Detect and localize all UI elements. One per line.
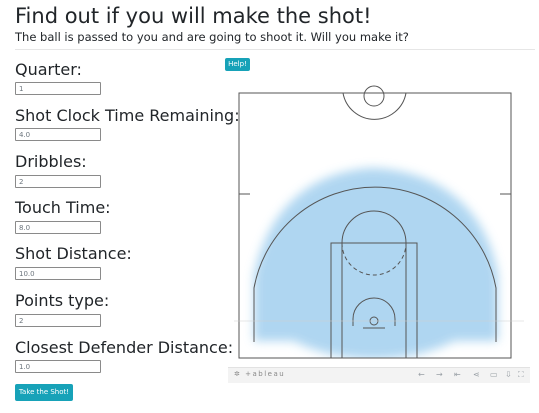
touch-time-label: Touch Time: [15,198,111,217]
undo-icon[interactable]: ← [418,370,425,379]
points-type-input[interactable] [15,314,101,327]
center-inner-circle [363,85,385,107]
redo-icon[interactable]: → [436,370,443,379]
download-icon[interactable]: ⇩ [505,370,512,379]
defender-distance-input[interactable] [15,360,101,373]
dribbles-input[interactable] [15,175,101,188]
points-type-label: Points type: [15,291,110,310]
shot-density-layer [254,168,498,358]
defender-distance-label: Closest Defender Distance: [15,338,234,357]
take-shot-button[interactable]: Take the Shot! [15,384,73,401]
comment-icon[interactable]: ▭ [490,370,498,379]
quarter-input[interactable] [15,82,101,95]
revert-icon[interactable]: ⇤ [454,370,461,379]
page-title: Find out if you will make the shot! [15,4,372,28]
court-visualization[interactable] [228,76,530,366]
tableau-logo: ✲ +ableau [234,370,286,378]
header-divider [15,49,535,50]
fullscreen-icon[interactable]: ⛶ [518,370,524,380]
shot-distance-label: Shot Distance: [15,244,132,263]
touch-time-input[interactable] [15,221,101,234]
share-icon[interactable]: ⋖ [473,370,480,379]
shot-clock-input[interactable] [15,128,101,141]
tableau-toolbar: ✲ +ableau ← → ⇤ ⋖ ▭ ⇩ ⛶ [228,367,530,383]
plus-logo-icon: ✲ [234,370,242,378]
page-subtitle: The ball is passed to you and are going … [15,30,409,44]
dribbles-label: Dribbles: [15,152,87,171]
shot-distance-input[interactable] [15,267,101,280]
help-button[interactable]: Help! [225,58,250,71]
quarter-label: Quarter: [15,60,82,79]
shot-clock-label: Shot Clock Time Remaining: [15,106,240,125]
